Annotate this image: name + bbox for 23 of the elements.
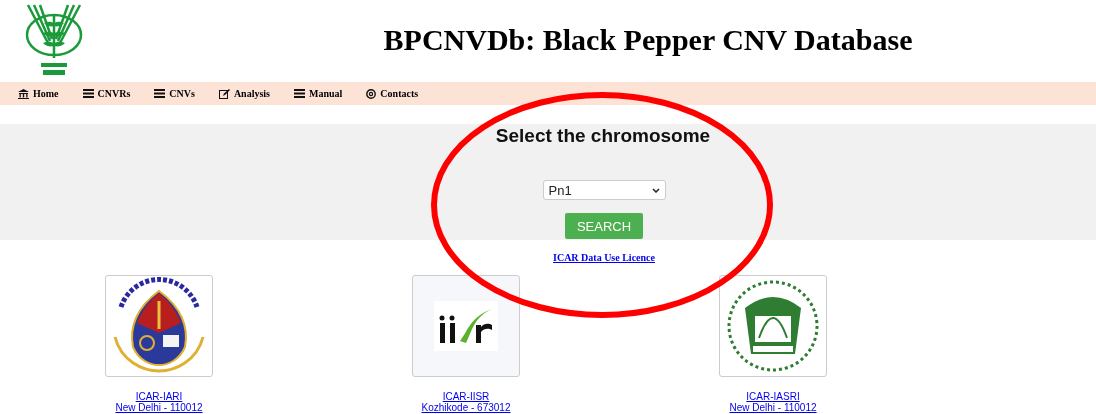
chevron-down-icon [651, 187, 660, 193]
nav-link[interactable]: CNVRs [82, 88, 131, 99]
list-icon [294, 89, 305, 98]
nav-link[interactable]: Contacts [366, 88, 419, 99]
address-link[interactable]: New Delhi - 110012 [99, 402, 219, 413]
page-title: BPCNVDb: Black Pepper CNV Database [382, 23, 914, 57]
nav-link[interactable]: CNVs [154, 88, 195, 99]
list-icon [154, 89, 166, 98]
edit-icon [218, 88, 230, 99]
institute-link[interactable]: ICAR-IARI [99, 391, 219, 402]
panel-heading: Select the chromosome [494, 125, 711, 147]
licence-link[interactable]: ICAR Data Use Licence [441, 252, 655, 263]
address-link[interactable]: New Delhi - 110012 [713, 402, 833, 413]
nav-link[interactable]: Manual [294, 88, 343, 99]
bank-icon [18, 88, 29, 99]
address-link[interactable]: Kozhikode - 673012 [406, 402, 526, 413]
institute-link[interactable]: ICAR-IISR [406, 391, 526, 402]
nav-link[interactable]: Home [18, 88, 59, 99]
list-icon [82, 89, 94, 98]
chromosome-select[interactable]: Pn1 [542, 180, 666, 200]
institute-link[interactable]: ICAR-IASRI [713, 391, 833, 402]
nav-link[interactable]: Analysis [218, 88, 270, 99]
iisr-logo [434, 301, 498, 351]
